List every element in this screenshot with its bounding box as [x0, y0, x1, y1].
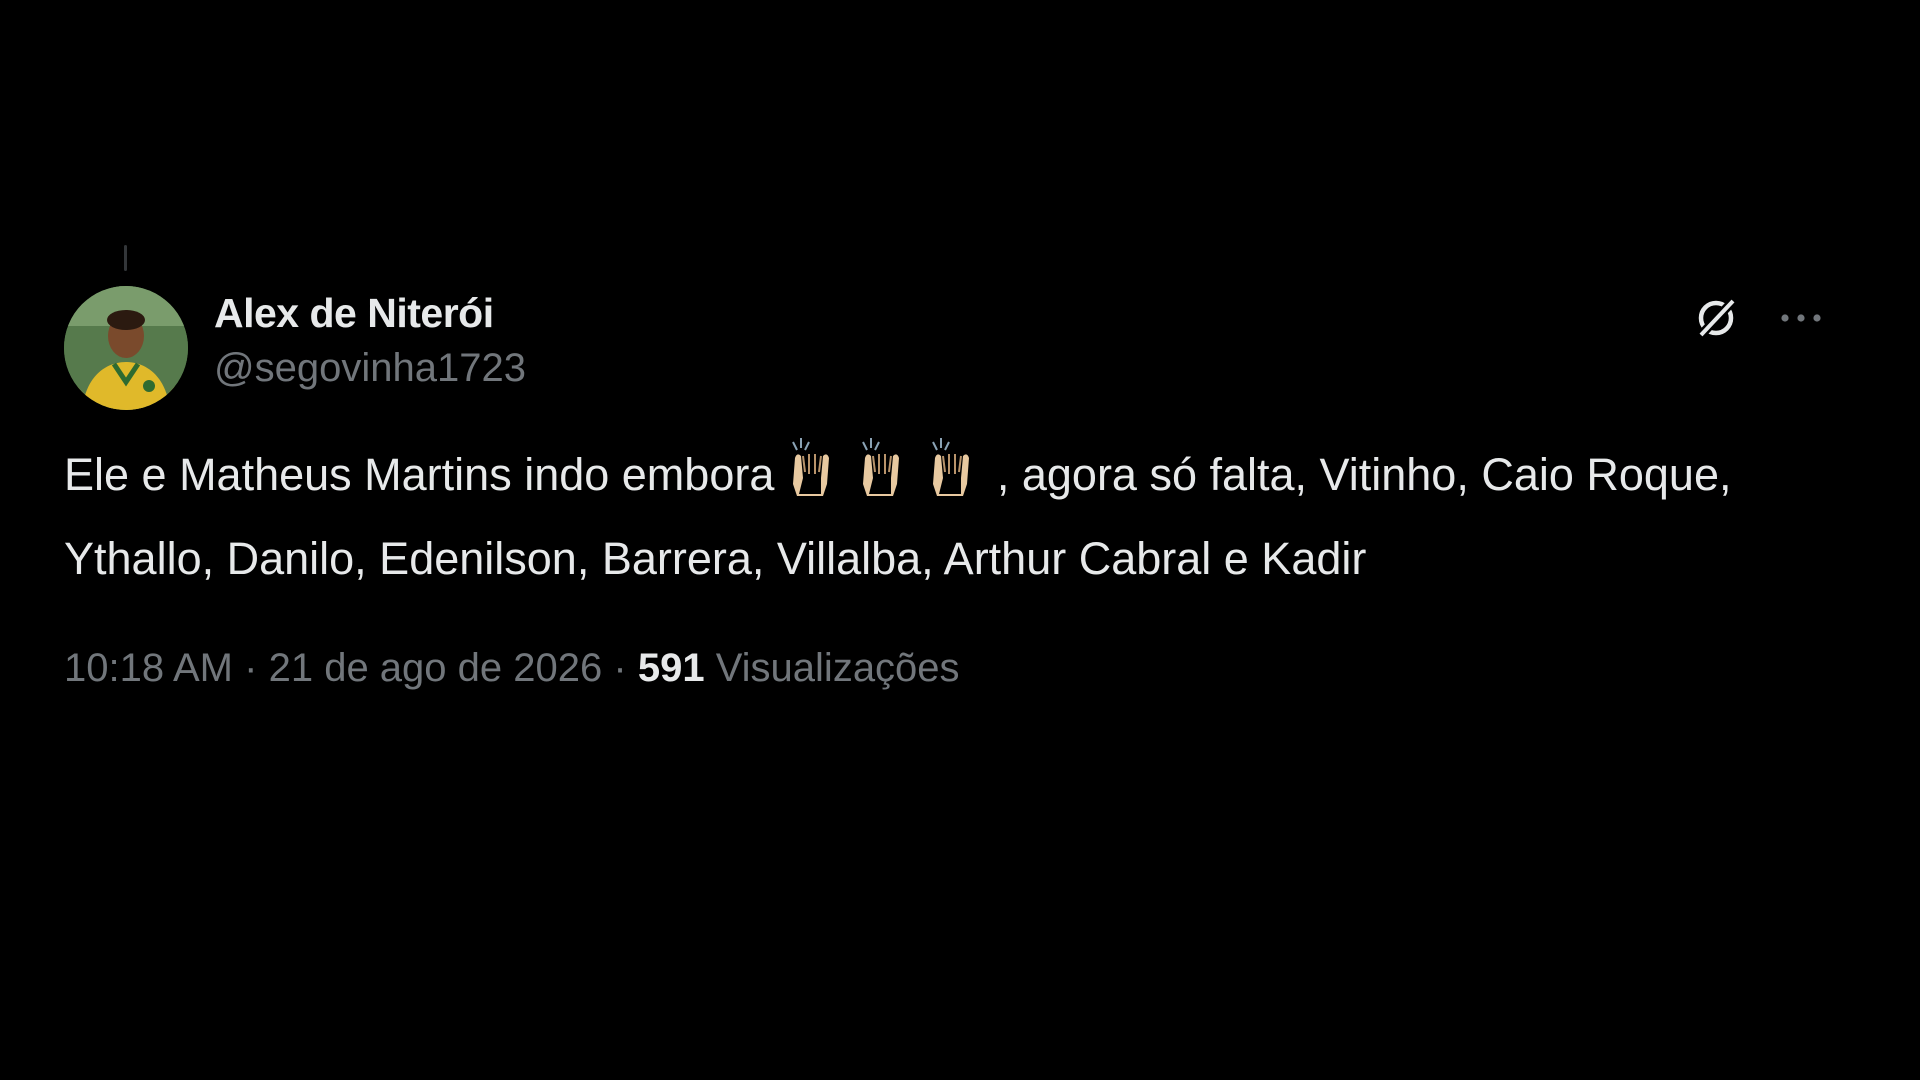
avatar-image [64, 286, 188, 410]
tweet-header: Alex de Niterói @segovinha1723 [64, 282, 1824, 412]
tweet-text: Ele e Matheus Martins indo embora , agor [64, 434, 1824, 596]
author-handle[interactable]: @segovinha1723 [214, 338, 526, 398]
tweet-date[interactable]: 21 de ago de 2026 [269, 646, 603, 690]
tweet-meta: 10:18 AM · 21 de ago de 2026 · 591 Visua… [64, 646, 1824, 691]
tweet-header-actions [1692, 294, 1824, 342]
avatar[interactable] [64, 286, 188, 410]
thread-connector-line [124, 245, 127, 271]
views-count[interactable]: 591 [638, 646, 705, 690]
author-block: Alex de Niterói @segovinha1723 [214, 288, 526, 398]
meta-separator-2: · [613, 646, 627, 690]
tweet[interactable]: Alex de Niterói @segovinha1723 Ele e Mat… [64, 282, 1824, 691]
more-options-icon[interactable] [1778, 308, 1824, 328]
meta-separator-1: · [244, 646, 258, 690]
grok-icon[interactable] [1692, 294, 1740, 342]
author-display-name[interactable]: Alex de Niterói [214, 288, 526, 338]
tweet-time[interactable]: 10:18 AM [64, 646, 233, 690]
tweet-text-part-1: Ele e Matheus Martins indo embora [64, 449, 787, 500]
raising-hands-emoji-image [791, 438, 969, 496]
views-label[interactable]: Visualizações [716, 646, 960, 690]
raising-hands-emoji [789, 434, 995, 522]
